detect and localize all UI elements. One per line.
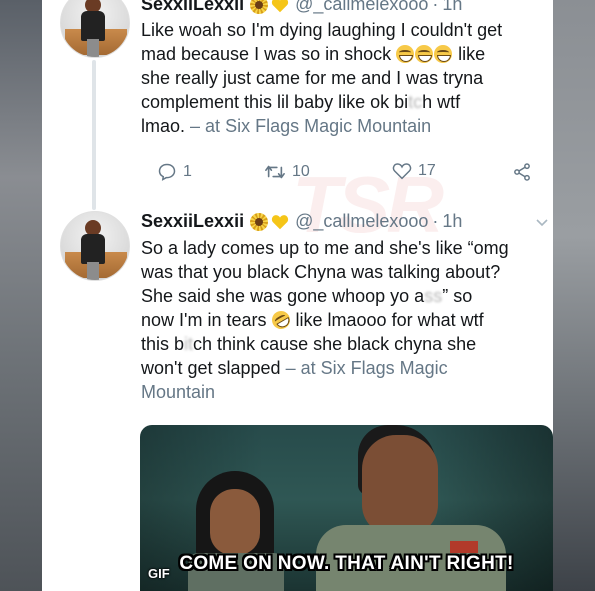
tweet-line: ” so [442, 286, 473, 306]
tweet-line: She said she was gone whoop yo a [141, 286, 425, 306]
laughing-emoji [396, 45, 415, 63]
thread-connector-line [92, 60, 96, 210]
laughing-emoji [434, 45, 453, 63]
tweet-line: complement this lil baby like ok bi [141, 92, 409, 112]
tweet-header: SexxiiLexxii @_callmelexooo · 1h [141, 211, 462, 232]
timestamp[interactable]: 1h [442, 211, 462, 232]
share-icon [514, 163, 530, 181]
tweet-line: won't get slapped [141, 358, 281, 378]
background-left [0, 0, 42, 591]
censor-blur: ss [424, 286, 443, 306]
tweet-line: was that you black Chyna was talking abo… [141, 262, 501, 282]
tweet-line: like [458, 44, 486, 64]
like-count: 17 [418, 162, 436, 179]
tweet-actions: 1 10 17 [157, 162, 537, 184]
location-link[interactable]: Six Flags Magic [321, 358, 448, 378]
tweet-line: ch think cause she black chyna she [193, 334, 477, 354]
timestamp[interactable]: 1h [442, 0, 462, 15]
separator-dot: · [432, 211, 439, 231]
like-icon [392, 163, 412, 180]
tweet-line: Like woah so I'm dying laughing I couldn… [141, 20, 503, 40]
separator-dot: · [432, 0, 439, 14]
laughing-emoji [415, 45, 434, 63]
location-link[interactable]: Mountain [141, 382, 215, 402]
chevron-down-icon[interactable] [535, 216, 549, 230]
sunflower-emoji [250, 212, 269, 231]
avatar[interactable] [60, 211, 130, 281]
location-link[interactable]: Six Flags Magic Mountain [225, 116, 431, 136]
uniform-badge [450, 541, 478, 553]
gif-label: GIF [148, 566, 170, 581]
tweet-line: lmao. [141, 116, 186, 136]
tweet-line: she really just came for me and I was tr… [141, 68, 484, 88]
tweet-line: So a lady comes up to me and she's like … [141, 238, 509, 258]
share-button[interactable] [512, 162, 532, 182]
background-right [553, 0, 595, 591]
rofl-emoji [268, 307, 293, 333]
tweet-line: h wtf [422, 92, 461, 112]
censor-blur: tc [408, 92, 423, 112]
gif-media[interactable]: COME ON NOW. THAT AIN'T RIGHT! GIF [140, 425, 553, 591]
location-prefix: at [300, 358, 316, 378]
tweet-line: like lmaooo for what wtf [295, 310, 484, 330]
tweet-text: So a lady comes up to me and she's like … [141, 238, 509, 402]
yellow-heart-emoji [272, 0, 289, 12]
reply-count: 1 [183, 163, 192, 180]
yellow-heart-emoji [271, 214, 289, 229]
gif-caption: COME ON NOW. THAT AIN'T RIGHT! [179, 553, 514, 574]
tweet-thread-card: TSR SexxiiLexxii @_callmelexooo · 1h Lik… [42, 0, 553, 591]
display-name[interactable]: SexxiiLexxii [141, 0, 244, 15]
user-handle[interactable]: @_callmelexooo [295, 0, 428, 15]
tweet-line: now I'm in tears [141, 310, 267, 330]
sunflower-emoji [250, 0, 269, 14]
retweet-count: 10 [292, 163, 310, 180]
tweet-line: this b [141, 334, 185, 354]
tweet-line: mad because I was so in shock [141, 44, 392, 64]
display-name[interactable]: SexxiiLexxii [141, 211, 244, 232]
retweet-button[interactable]: 10 [264, 162, 310, 182]
retweet-icon [265, 165, 285, 179]
reply-button[interactable]: 1 [157, 162, 192, 182]
like-button[interactable]: 17 [392, 162, 436, 180]
reply-icon [158, 163, 176, 181]
censor-blur: it [184, 334, 194, 354]
tweet-header: SexxiiLexxii @_callmelexooo · 1h [141, 0, 462, 15]
user-handle[interactable]: @_callmelexooo [295, 211, 428, 232]
avatar[interactable] [60, 0, 130, 58]
tweet-text: Like woah so I'm dying laughing I couldn… [141, 20, 503, 136]
location-prefix: at [205, 116, 221, 136]
